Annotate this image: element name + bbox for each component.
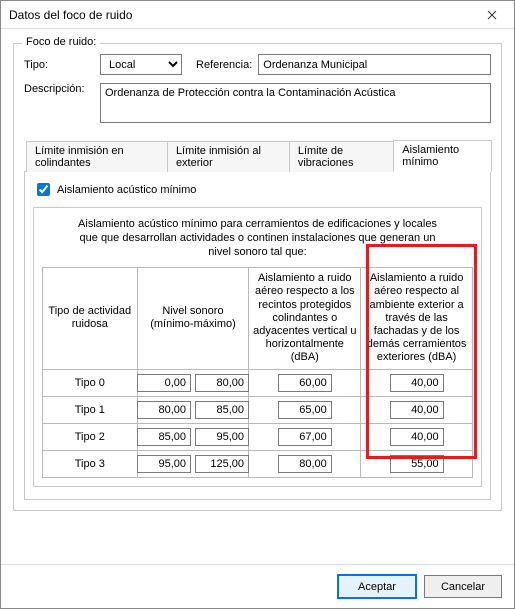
input-ais-col[interactable]: [278, 374, 332, 392]
cancel-button[interactable]: Cancelar: [424, 575, 502, 598]
row-descripcion: Descripción:: [24, 83, 491, 123]
dialog-window: Datos del foco de ruido Foco de ruido: T…: [0, 0, 515, 609]
input-ais-col[interactable]: [278, 428, 332, 446]
row-tipo: Tipo: Local Referencia:: [24, 54, 491, 75]
tab-vibraciones[interactable]: Límite de vibraciones: [289, 141, 394, 172]
select-tipo[interactable]: Local: [100, 54, 182, 75]
th-tipo: Tipo de actividad ruidosa: [43, 268, 138, 369]
label-tipo: Tipo:: [24, 59, 94, 71]
input-min[interactable]: [137, 428, 191, 446]
tab-colindantes[interactable]: Límite inmisión en colindantes: [26, 141, 168, 172]
th-nivel: Nivel sonoro (mínimo-máximo): [137, 268, 249, 369]
dialog-footer: Aceptar Cancelar: [1, 564, 514, 608]
tab-aislamiento[interactable]: Aislamiento mínimo: [393, 140, 492, 172]
checkbox-aislamiento[interactable]: Aislamiento acústico mínimo: [33, 180, 482, 199]
tabs-container: Límite inmisión en colindantes Límite in…: [24, 139, 491, 500]
close-button[interactable]: [470, 1, 514, 29]
label-descripcion: Descripción:: [24, 83, 94, 95]
table-row: Tipo 0: [43, 369, 473, 396]
table-row: Tipo 3: [43, 450, 473, 477]
input-ais-ext[interactable]: [390, 455, 444, 473]
cell-tipo: Tipo 1: [43, 396, 138, 423]
input-max[interactable]: [195, 374, 249, 392]
aislamiento-table: Tipo de actividad ruidosa Nivel sonoro (…: [42, 267, 473, 477]
input-min[interactable]: [137, 401, 191, 419]
close-icon: [487, 10, 497, 20]
group-legend: Foco de ruido:: [22, 36, 100, 48]
table-header-row: Tipo de actividad ruidosa Nivel sonoro (…: [43, 268, 473, 369]
input-max[interactable]: [195, 428, 249, 446]
input-ais-ext[interactable]: [390, 428, 444, 446]
input-referencia[interactable]: [258, 54, 491, 75]
cell-tipo: Tipo 2: [43, 423, 138, 450]
table-box: Aislamiento acústico mínimo para cerrami…: [33, 207, 482, 487]
th-ais-exterior: Aislamiento a ruido aéreo respecto al am…: [361, 268, 473, 369]
dialog-body: Foco de ruido: Tipo: Local Referencia: D…: [1, 29, 514, 564]
table-row: Tipo 1: [43, 396, 473, 423]
tab-strip: Límite inmisión en colindantes Límite in…: [24, 139, 491, 171]
cell-tipo: Tipo 3: [43, 450, 138, 477]
titlebar: Datos del foco de ruido: [1, 1, 514, 29]
tab-panel-aislamiento: Aislamiento acústico mínimo Aislamiento …: [24, 171, 491, 500]
table-caption: Aislamiento acústico mínimo para cerrami…: [42, 216, 473, 267]
input-max[interactable]: [195, 401, 249, 419]
input-ais-col[interactable]: [278, 455, 332, 473]
window-title: Datos del foco de ruido: [9, 8, 470, 22]
input-min[interactable]: [137, 455, 191, 473]
input-max[interactable]: [195, 455, 249, 473]
input-ais-col[interactable]: [278, 401, 332, 419]
checkbox-aislamiento-label: Aislamiento acústico mínimo: [57, 184, 196, 196]
table-row: Tipo 2: [43, 423, 473, 450]
ok-button[interactable]: Aceptar: [338, 575, 416, 598]
textarea-descripcion[interactable]: [100, 83, 491, 123]
label-referencia: Referencia:: [196, 59, 252, 71]
checkbox-aislamiento-input[interactable]: [37, 183, 50, 196]
cell-tipo: Tipo 0: [43, 369, 138, 396]
tab-exterior[interactable]: Límite inmisión al exterior: [167, 141, 290, 172]
input-ais-ext[interactable]: [390, 401, 444, 419]
input-ais-ext[interactable]: [390, 374, 444, 392]
th-ais-colindantes: Aislamiento a ruido aéreo respecto a los…: [249, 268, 361, 369]
group-foco: Foco de ruido: Tipo: Local Referencia: D…: [13, 43, 502, 511]
input-min[interactable]: [137, 374, 191, 392]
